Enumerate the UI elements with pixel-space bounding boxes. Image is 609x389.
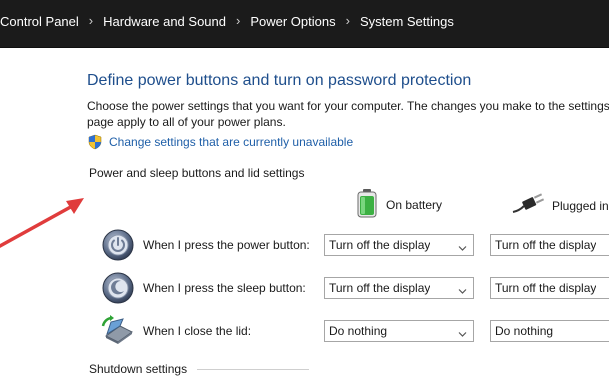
laptop-lid-icon [101,314,135,348]
plugged-in-column-header: Plugged in [512,193,609,218]
on-battery-column-header: On battery [356,188,442,221]
sleep-button-on-battery-select[interactable]: Turn off the display [324,277,474,299]
breadcrumb-separator-icon[interactable]: › [89,14,93,27]
uac-shield-icon [87,134,103,150]
section-heading-label: Shutdown settings [89,362,188,376]
chevron-down-icon [458,327,467,337]
section-divider [197,368,309,370]
section-heading-label: Power and sleep buttons and lid settings [89,166,305,180]
close-lid-on-battery-select[interactable]: Do nothing [324,320,474,342]
on-battery-label: On battery [386,197,443,212]
page-description: Choose the power settings that you want … [87,99,609,129]
breadcrumb-item-power-options[interactable]: Power Options [250,14,335,29]
sleep-button-icon [101,271,135,305]
select-value: Turn off the display [495,238,597,252]
change-settings-link[interactable]: Change settings that are currently unava… [87,134,353,150]
chevron-down-icon [458,284,467,294]
battery-icon [356,188,378,221]
select-value: Turn off the display [495,281,597,295]
power-button-plugged-in-select[interactable]: Turn off the display [490,234,609,256]
sleep-button-plugged-in-select[interactable]: Turn off the display [490,277,609,299]
close-lid-label: When I close the lid: [143,324,252,338]
select-value: Do nothing [495,324,554,338]
select-value: Turn off the display [329,281,431,295]
breadcrumb-item-hardware-and-sound[interactable]: Hardware and Sound [103,14,226,29]
plugged-in-label: Plugged in [552,198,609,213]
address-bar: Control Panel › Hardware and Sound › Pow… [0,0,609,48]
breadcrumb-separator-icon[interactable]: › [346,14,350,27]
main-content: Define power buttons and turn on passwor… [0,48,609,389]
select-value: Do nothing [329,324,388,338]
change-settings-link-label[interactable]: Change settings that are currently unava… [109,135,353,149]
shutdown-section-heading: Shutdown settings [89,362,309,376]
breadcrumb-separator-icon[interactable]: › [236,14,240,27]
close-lid-row: When I close the lid: Do nothing Do noth… [101,314,609,350]
breadcrumb-item-control-panel[interactable]: Control Panel [0,14,79,29]
power-button-icon [101,228,135,262]
power-button-label: When I press the power button: [143,238,310,252]
breadcrumb: Control Panel › Hardware and Sound › Pow… [0,14,454,29]
annotation-arrow-icon [0,188,90,258]
power-sleep-section-heading: Power and sleep buttons and lid settings [89,166,309,180]
select-value: Turn off the display [329,238,431,252]
power-button-row: When I press the power button: Turn off … [101,228,609,264]
power-button-on-battery-select[interactable]: Turn off the display [324,234,474,256]
sleep-button-label: When I press the sleep button: [143,281,306,295]
close-lid-plugged-in-select[interactable]: Do nothing [490,320,609,342]
power-plug-icon [512,193,545,218]
page-title: Define power buttons and turn on passwor… [87,72,472,89]
chevron-down-icon [458,241,467,251]
breadcrumb-item-system-settings[interactable]: System Settings [360,14,454,29]
sleep-button-row: When I press the sleep button: Turn off … [101,271,609,307]
